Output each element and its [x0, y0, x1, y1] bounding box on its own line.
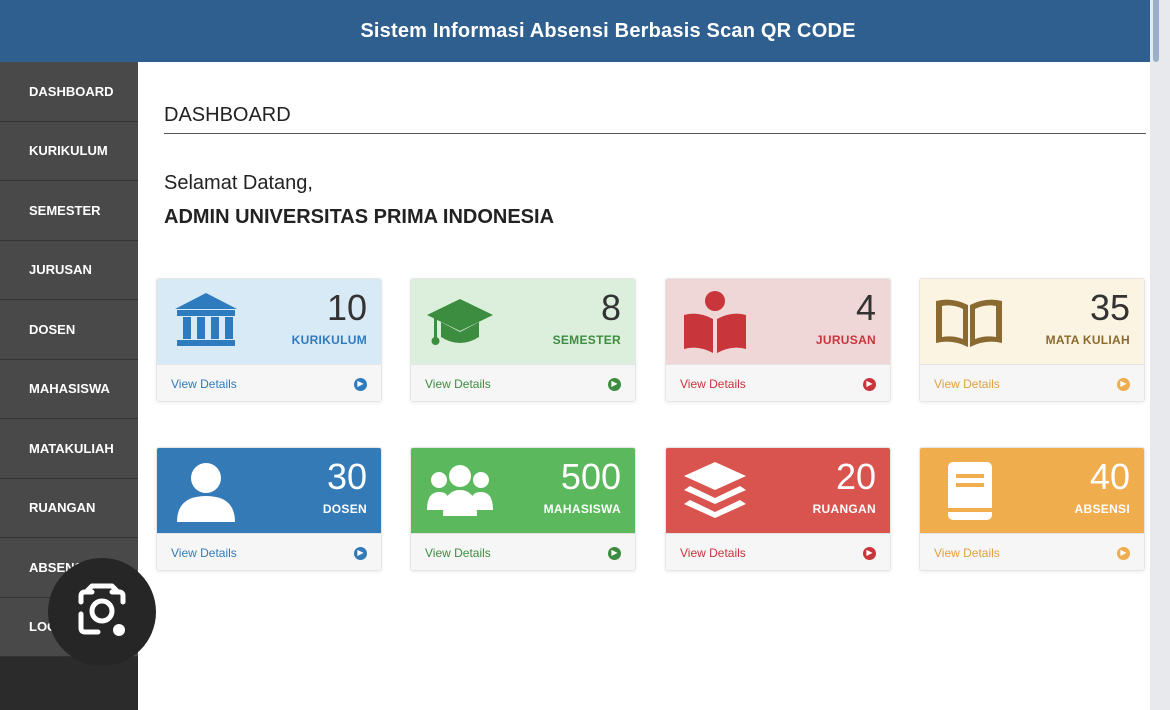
card-body: 10 KURIKULUM — [157, 279, 381, 364]
sidebar-item-label: DASHBOARD — [29, 83, 114, 99]
view-details-label: View Details — [425, 546, 491, 560]
card-count: 8 — [600, 287, 621, 328]
view-details-link[interactable]: View Details ▶ — [920, 533, 1144, 570]
card-count: 4 — [855, 287, 876, 328]
arrow-right-icon: ▶ — [863, 377, 876, 391]
card-label: ABSENSI — [1074, 502, 1130, 516]
arrow-right-icon: ▶ — [354, 546, 367, 560]
camera-search-icon — [78, 583, 126, 636]
sidebar-item-label: DOSEN — [29, 321, 76, 337]
sidebar-item-dashboard[interactable]: DASHBOARD — [0, 62, 138, 122]
card-label: RUANGAN — [812, 502, 876, 516]
sidebar-item-kurikulum[interactable]: KURIKULUM — [0, 121, 138, 181]
stat-card-dosen: 30 DOSEN View Details ▶ — [156, 447, 382, 571]
view-details-label: View Details — [934, 377, 1000, 391]
scrollbar[interactable] — [1150, 0, 1170, 710]
view-details-label: View Details — [680, 546, 746, 560]
view-details-link[interactable]: View Details ▶ — [157, 533, 381, 570]
graduation-cap-icon — [427, 299, 493, 345]
sidebar-item-label: KURIKULUM — [29, 143, 108, 159]
stat-card-kurikulum: 10 KURIKULUM View Details ▶ — [156, 278, 382, 402]
view-details-label: View Details — [934, 546, 1000, 560]
view-details-link[interactable]: View Details ▶ — [157, 364, 381, 401]
stat-card-jurusan: 4 JURUSAN View Details ▶ — [665, 278, 891, 402]
card-count: 35 — [1089, 287, 1130, 328]
card-label: KURIKULUM — [291, 333, 367, 347]
card-label: DOSEN — [322, 502, 367, 516]
arrow-right-icon: ▶ — [863, 546, 876, 560]
sidebar-item-semester[interactable]: SEMESTER — [0, 181, 138, 241]
card-label: JURUSAN — [815, 333, 876, 347]
stat-card-absensi: 40 ABSENSI View Details ▶ — [919, 447, 1145, 571]
card-label: MATA KULIAH — [1045, 333, 1130, 347]
stat-card-semester: 8 SEMESTER View Details ▶ — [410, 278, 636, 402]
arrow-right-icon: ▶ — [354, 377, 367, 391]
sidebar-item-label: JURUSAN — [29, 262, 92, 278]
arrow-right-icon: ▶ — [1117, 377, 1130, 391]
card-body: 35 MATA KULIAH — [920, 279, 1144, 364]
sidebar-item-label: RUANGAN — [29, 500, 96, 516]
welcome-text: Selamat Datang, — [164, 172, 313, 194]
arrow-right-icon: ▶ — [608, 546, 621, 560]
view-details-label: View Details — [171, 377, 237, 391]
reader-icon — [684, 291, 746, 353]
book-open-icon — [936, 299, 1002, 347]
card-count: 40 — [1089, 456, 1130, 497]
view-details-link[interactable]: View Details ▶ — [666, 364, 890, 401]
card-count: 500 — [560, 456, 621, 497]
arrow-right-icon: ▶ — [608, 377, 621, 391]
card-body: 20 RUANGAN — [666, 448, 890, 533]
view-details-link[interactable]: View Details ▶ — [666, 533, 890, 570]
arrow-right-icon: ▶ — [1117, 546, 1130, 560]
sidebar-item-mahasiswa[interactable]: MAHASISWA — [0, 359, 138, 419]
card-count: 30 — [326, 456, 367, 497]
app-header: Sistem Informasi Absensi Berbasis Scan Q… — [0, 0, 1170, 62]
user-icon — [177, 463, 235, 522]
view-details-link[interactable]: View Details ▶ — [920, 364, 1144, 401]
app-title: Sistem Informasi Absensi Berbasis Scan Q… — [360, 19, 856, 42]
scrollbar-thumb[interactable] — [1153, 0, 1159, 62]
view-details-label: View Details — [680, 377, 746, 391]
users-icon — [427, 465, 493, 516]
card-body: 40 ABSENSI — [920, 448, 1144, 533]
user-name: ADMIN UNIVERSITAS PRIMA INDONESIA — [164, 206, 555, 228]
sidebar-item-label: SEMESTER — [29, 202, 101, 218]
page-title: DASHBOARD — [164, 104, 291, 126]
sidebar-item-matakuliah[interactable]: MATAKULIAH — [0, 419, 138, 479]
card-count: 20 — [835, 456, 876, 497]
view-details-link[interactable]: View Details ▶ — [411, 364, 635, 401]
card-body: 4 JURUSAN — [666, 279, 890, 364]
title-divider — [164, 133, 1146, 134]
sidebar-item-jurusan[interactable]: JURUSAN — [0, 240, 138, 300]
sidebar-item-ruangan[interactable]: RUANGAN — [0, 478, 138, 538]
main-content: DASHBOARD Selamat Datang, ADMIN UNIVERSI… — [138, 62, 1150, 710]
lens-search-button[interactable] — [48, 558, 156, 666]
stat-card-ruangan: 20 RUANGAN View Details ▶ — [665, 447, 891, 571]
card-label: SEMESTER — [552, 333, 621, 347]
sidebar-item-dosen[interactable]: DOSEN — [0, 300, 138, 360]
view-details-label: View Details — [171, 546, 237, 560]
stat-card-mahasiswa: 500 MAHASISWA View Details ▶ — [410, 447, 636, 571]
card-body: 30 DOSEN — [157, 448, 381, 533]
card-count: 10 — [326, 287, 367, 328]
layers-icon — [684, 462, 746, 518]
card-label: MAHASISWA — [543, 502, 621, 516]
sidebar-item-label: MAHASISWA — [29, 381, 110, 397]
card-body: 8 SEMESTER — [411, 279, 635, 364]
view-details-label: View Details — [425, 377, 491, 391]
sidebar-item-label: MATAKULIAH — [29, 440, 114, 456]
view-details-link[interactable]: View Details ▶ — [411, 533, 635, 570]
stat-card-mata-kuliah: 35 MATA KULIAH View Details ▶ — [919, 278, 1145, 402]
card-body: 500 MAHASISWA — [411, 448, 635, 533]
book-icon — [948, 462, 992, 520]
building-icon — [175, 293, 237, 346]
